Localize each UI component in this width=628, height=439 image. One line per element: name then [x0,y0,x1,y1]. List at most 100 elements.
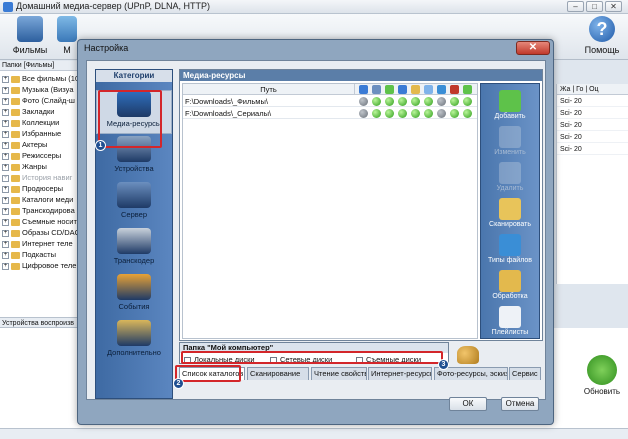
expand-toggle-icon[interactable]: + [2,229,9,237]
column-type-icon[interactable] [411,85,420,94]
status-dot-icon[interactable] [372,97,381,106]
expand-toggle-icon[interactable]: + [2,119,9,127]
action-button[interactable]: Типы файлов [481,230,539,268]
category-item[interactable]: Дополнительно [96,320,172,364]
column-type-icon[interactable] [424,85,433,94]
expand-toggle-icon[interactable]: + [2,152,9,160]
column-type-icon[interactable] [398,85,407,94]
settings-tab[interactable]: Сервис [509,367,541,380]
films-button[interactable]: Фильмы [6,16,54,58]
tree-item[interactable]: + Режиссеры [0,150,78,161]
list-row[interactable]: Sci- 20 [557,132,628,143]
status-dot-icon[interactable] [372,109,381,118]
expand-toggle-icon[interactable]: + [2,163,9,171]
status-dot-icon[interactable] [411,97,420,106]
status-dot-icon[interactable] [424,109,433,118]
list-row[interactable]: Sci- 20 [557,108,628,119]
maximize-icon[interactable]: □ [586,1,603,12]
status-dot-icon[interactable] [424,97,433,106]
tree-item[interactable]: + Образы CD/DAC [0,227,78,238]
list-column-headers: Жа | Го | Оц [557,84,628,95]
settings-tab[interactable]: Чтение свойств [311,367,367,380]
status-dot-icon[interactable] [385,109,394,118]
expand-toggle-icon[interactable]: + [2,141,9,149]
category-item[interactable]: Сервер [96,182,172,226]
action-button[interactable]: Добавить [481,86,539,124]
tree-item[interactable]: + История навиг [0,172,78,183]
expand-toggle-icon[interactable]: + [2,130,9,138]
column-type-icon[interactable] [463,85,472,94]
expand-toggle-icon[interactable]: + [2,218,9,226]
column-type-icon[interactable] [450,85,459,94]
ok-button[interactable]: ОК [449,397,487,411]
action-button[interactable]: Обработка [481,266,539,304]
status-dot-icon[interactable] [359,97,368,106]
status-dot-icon[interactable] [437,97,446,106]
settings-tab[interactable]: Интернет-ресурсы [368,367,432,380]
status-dot-icon[interactable] [463,97,472,106]
column-type-icon[interactable] [359,85,368,94]
list-row[interactable]: Sci- 20 [557,144,628,155]
users-icon[interactable] [457,346,479,364]
action-button[interactable]: Удалить [481,158,539,196]
settings-tab[interactable]: Сканирование [247,367,309,380]
list-row[interactable]: Sci- 20 [557,96,628,107]
category-item[interactable]: Транскодер [96,228,172,272]
status-dot-icon[interactable] [398,97,407,106]
status-dot-icon[interactable] [385,97,394,106]
tree-item[interactable]: + Транскодирова [0,205,78,216]
tree-item[interactable]: + Интернет теле [0,238,78,249]
column-type-icon[interactable] [372,85,381,94]
tree-item[interactable]: + Каталоги меди [0,194,78,205]
tree-item[interactable]: + Все фильмы (10 [0,73,78,84]
status-dot-icon[interactable] [450,97,459,106]
column-type-icon[interactable] [437,85,446,94]
expand-toggle-icon[interactable]: + [2,240,9,248]
close-icon[interactable]: ✕ [605,1,622,12]
tree-item[interactable]: + Коллекции [0,117,78,128]
path-column-header[interactable]: Путь [183,84,355,95]
status-dot-icon[interactable] [411,109,420,118]
tree-item[interactable]: + Жанры [0,161,78,172]
status-dot-icon[interactable] [450,109,459,118]
dialog-close-button[interactable]: ✕ [516,41,550,55]
tree-item[interactable]: + Подкасты [0,249,78,260]
status-dot-icon[interactable] [437,109,446,118]
expand-toggle-icon[interactable]: + [2,196,9,204]
tree-item[interactable]: + Цифровое теле [0,260,78,271]
status-dot-icon[interactable] [359,109,368,118]
status-dot-icon[interactable] [398,109,407,118]
list-row[interactable]: Sci- 20 [557,120,628,131]
status-dot-icon[interactable] [463,109,472,118]
tree-item[interactable]: + Музыка (Визуа [0,84,78,95]
category-label: Устройства [114,164,154,173]
expand-toggle-icon[interactable]: + [2,108,9,116]
expand-toggle-icon[interactable]: + [2,207,9,215]
column-type-icon[interactable] [385,85,394,94]
tree-item-label: Каталоги меди [22,195,74,204]
expand-toggle-icon[interactable]: + [2,251,9,259]
refresh-button[interactable]: Обновить [578,355,626,405]
expand-toggle-icon[interactable]: + [2,174,9,182]
expand-toggle-icon[interactable]: + [2,97,9,105]
media-folder-row[interactable]: F:\Downloads\_Фильмы\ [183,96,477,107]
tree-item[interactable]: + Избранные [0,128,78,139]
help-button[interactable]: ? Помощь [578,16,626,58]
cancel-button[interactable]: Отмена [501,397,539,411]
expand-toggle-icon[interactable]: + [2,86,9,94]
expand-toggle-icon[interactable]: + [2,185,9,193]
tree-item[interactable]: + Съемные носит [0,216,78,227]
tree-item[interactable]: + Закладки [0,106,78,117]
action-button[interactable]: Плейлисты [481,302,539,340]
music-button[interactable]: М [56,16,78,58]
action-button[interactable]: Сканировать [481,194,539,232]
tree-item[interactable]: + Актеры [0,139,78,150]
expand-toggle-icon[interactable]: + [2,262,9,270]
tree-item[interactable]: + Фото (Слайд-ш [0,95,78,106]
tree-item[interactable]: + Продюсеры [0,183,78,194]
action-button[interactable]: Изменить [481,122,539,160]
media-folder-row[interactable]: F:\Downloads\_Сериалы\ [183,108,477,119]
expand-toggle-icon[interactable]: + [2,75,9,83]
category-item[interactable]: События [96,274,172,318]
minimize-icon[interactable]: – [567,1,584,12]
